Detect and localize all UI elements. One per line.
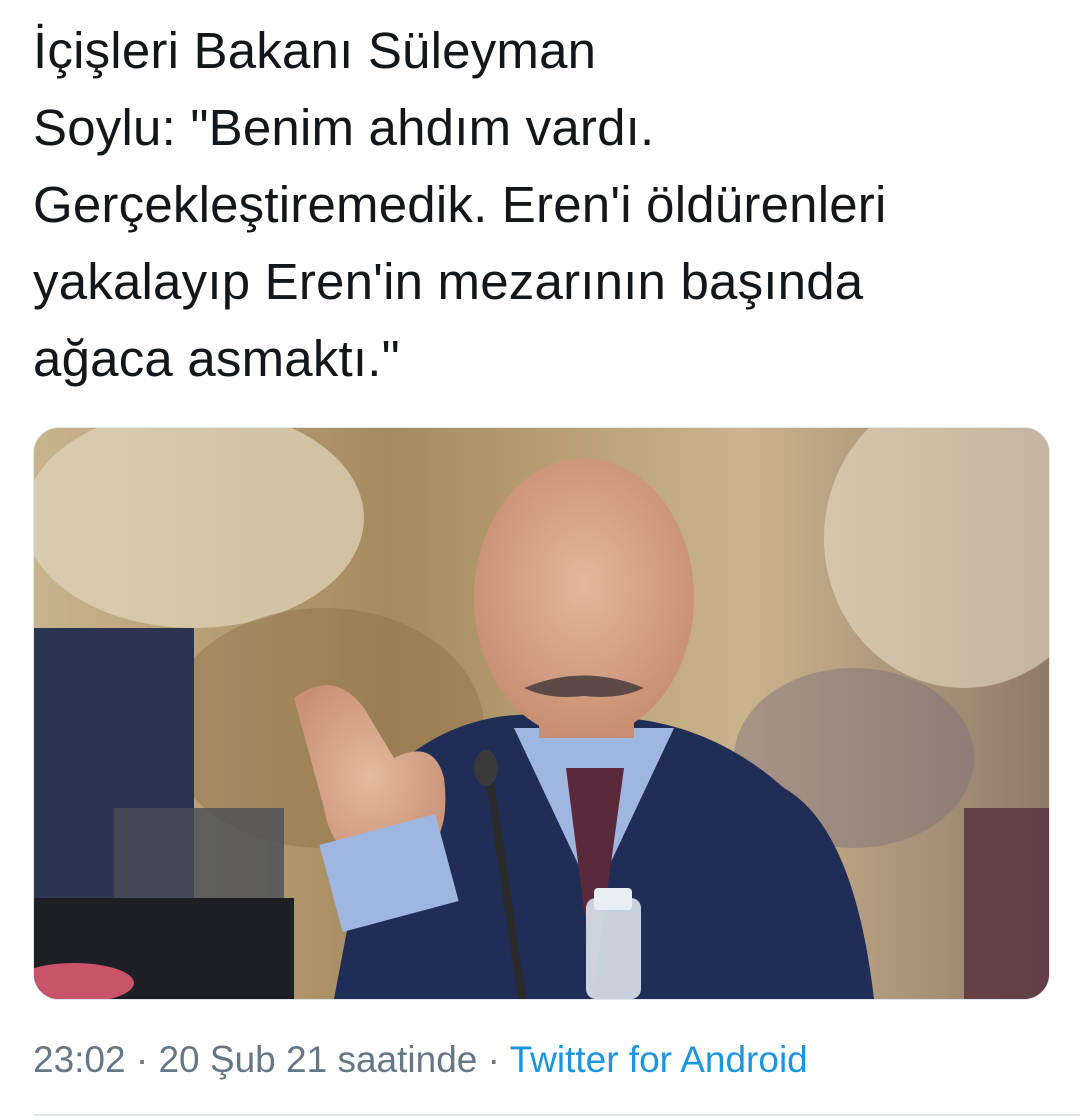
tweet-meta: 23:02 · 20 Şub 21 saatinde · Twitter for…: [33, 1030, 808, 1090]
divider: [33, 1114, 1080, 1116]
tweet-text: İçişleri Bakanı Süleyman Soylu: "Benim a…: [33, 22, 887, 387]
photo-illustration: [34, 428, 1049, 999]
tweet-source-link[interactable]: Twitter for Android: [510, 1039, 808, 1080]
meta-separator: ·: [477, 1039, 510, 1080]
tweet-timestamp[interactable]: 23:02 · 20 Şub 21 saatinde: [33, 1039, 477, 1080]
tweet-photo[interactable]: [33, 427, 1050, 1000]
